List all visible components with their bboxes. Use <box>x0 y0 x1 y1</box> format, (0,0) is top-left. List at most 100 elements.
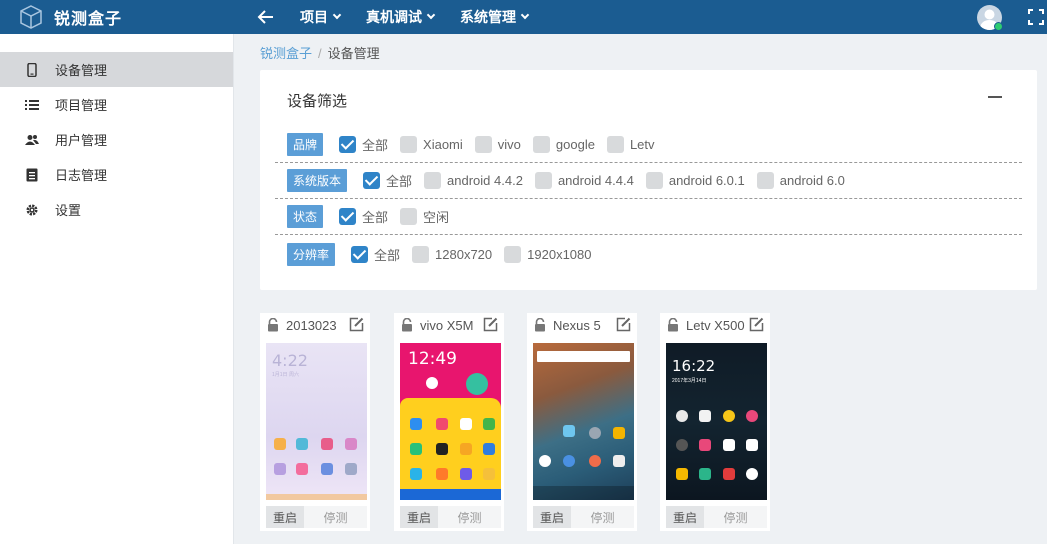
reboot-button[interactable]: 重启 <box>266 506 304 528</box>
edit-icon[interactable] <box>483 317 498 332</box>
collapse-minus-icon[interactable] <box>988 96 1002 98</box>
device-screen[interactable] <box>533 343 634 500</box>
unlock-icon[interactable] <box>266 318 280 332</box>
filter-option[interactable]: Letv <box>606 136 659 153</box>
device-card[interactable]: 2013023 4:22 1月1日 周六 重启 停测 <box>260 313 370 531</box>
menu-device-debug[interactable]: 真机调试 <box>366 7 436 27</box>
checkbox[interactable] <box>504 245 522 263</box>
filter-option[interactable]: google <box>532 136 599 153</box>
filter-option[interactable]: 全部 <box>339 207 392 226</box>
reboot-button[interactable]: 重启 <box>666 506 704 528</box>
device-screen[interactable]: 16:22 2017年3月14日 <box>666 343 767 500</box>
stop-test-button[interactable]: 停测 <box>571 506 634 528</box>
device-card[interactable]: Nexus 5 重启 停测 <box>527 313 637 531</box>
app-icon <box>699 439 711 451</box>
checkbox[interactable] <box>532 136 550 153</box>
checkbox[interactable] <box>412 245 430 263</box>
option-label: android 4.4.4 <box>557 173 634 188</box>
breadcrumb-home-link[interactable]: 锐测盒子 <box>260 46 312 61</box>
checkbox[interactable] <box>351 245 369 263</box>
menu-system[interactable]: 系统管理 <box>460 7 530 27</box>
stop-test-button[interactable]: 停测 <box>704 506 767 528</box>
filter-option[interactable]: 全部 <box>351 245 404 264</box>
device-card[interactable]: vivo X5M 12:49 重启 停测 <box>394 313 504 531</box>
weather-widget <box>466 373 488 395</box>
device-screen[interactable]: 12:49 <box>400 343 501 500</box>
filter-option[interactable]: android 4.4.2 <box>424 172 527 189</box>
checkbox[interactable] <box>339 208 357 225</box>
filter-tag: 品牌 <box>287 133 324 156</box>
cube-logo-icon <box>20 5 42 29</box>
filter-row-brand: 品牌 全部 Xiaomi vivo google Letv <box>275 127 1022 163</box>
app-icon <box>723 468 735 480</box>
checkbox[interactable] <box>363 172 381 189</box>
menu-system-label: 系统管理 <box>460 9 516 25</box>
reboot-button[interactable]: 重启 <box>400 506 438 528</box>
filter-option[interactable]: 1280x720 <box>412 245 496 263</box>
sidebar-item-label: 项目管理 <box>55 98 108 113</box>
app-icon <box>321 438 333 450</box>
sidebar-item-projects[interactable]: 项目管理 <box>0 87 233 122</box>
card-actions: 重启 停测 <box>400 506 501 528</box>
menu-project[interactable]: 项目 <box>300 7 342 27</box>
option-label: 全部 <box>362 138 389 153</box>
chevron-down-icon <box>426 10 436 20</box>
screen-date: 1月1日 周六 <box>272 372 299 378</box>
option-label: google <box>555 137 595 152</box>
filter-option[interactable]: 1920x1080 <box>504 245 595 263</box>
sidebar-item-users[interactable]: 用户管理 <box>0 122 233 157</box>
filter-row-resolution: 分辨率 全部 1280x720 1920x1080 <box>275 236 1022 272</box>
unlock-icon[interactable] <box>666 318 680 332</box>
app-icon <box>676 468 688 480</box>
phone-icon <box>25 62 39 77</box>
stop-test-button[interactable]: 停测 <box>304 506 367 528</box>
fullscreen-icon[interactable] <box>1028 9 1044 25</box>
filter-option[interactable]: vivo <box>474 136 525 153</box>
brand[interactable]: 锐测盒子 <box>18 0 122 34</box>
unlock-icon[interactable] <box>400 318 414 332</box>
list-icon <box>25 98 39 112</box>
filter-option[interactable]: 全部 <box>363 171 416 190</box>
device-card[interactable]: Letv X500 16:22 2017年3月14日 重启 停测 <box>660 313 770 531</box>
unlock-icon[interactable] <box>533 318 547 332</box>
app-icon <box>436 418 448 430</box>
device-screen[interactable]: 4:22 1月1日 周六 <box>266 343 367 500</box>
option-label: 1280x720 <box>435 246 493 262</box>
checkbox[interactable] <box>400 208 418 225</box>
checkbox[interactable] <box>645 172 663 189</box>
stop-test-button[interactable]: 停测 <box>438 506 501 528</box>
sidebar-item-logs[interactable]: 日志管理 <box>0 157 233 192</box>
filter-option[interactable]: android 4.4.4 <box>534 172 638 189</box>
app-icon <box>296 438 308 450</box>
app-icon <box>613 455 625 467</box>
online-status-dot <box>994 22 1003 31</box>
edit-icon[interactable] <box>349 317 364 332</box>
checkbox[interactable] <box>534 172 552 189</box>
sidebar-item-label: 设置 <box>55 203 82 218</box>
dock <box>400 489 501 500</box>
option-label: Xiaomi <box>423 137 463 152</box>
filter-option[interactable]: 空闲 <box>400 207 453 226</box>
filter-option[interactable]: 全部 <box>339 135 392 154</box>
checkbox[interactable] <box>339 136 357 153</box>
menu-device-debug-label: 真机调试 <box>366 9 422 25</box>
back-arrow-icon[interactable] <box>256 7 276 27</box>
app-icon <box>436 468 448 480</box>
device-filter-panel: 设备筛选 品牌 全部 Xiaomi vivo google Letv 系统版本 … <box>260 70 1037 290</box>
reboot-button[interactable]: 重启 <box>533 506 571 528</box>
filter-option[interactable]: Xiaomi <box>400 136 467 153</box>
edit-icon[interactable] <box>749 317 764 332</box>
edit-icon[interactable] <box>616 317 631 332</box>
checkbox[interactable] <box>400 136 418 153</box>
sidebar-item-devices[interactable]: 设备管理 <box>0 52 233 87</box>
filter-option[interactable]: android 6.0 <box>756 172 849 189</box>
filter-row-os-version: 系统版本 全部 android 4.4.2 android 4.4.4 andr… <box>275 163 1022 199</box>
chevron-down-icon <box>332 10 342 20</box>
filter-option[interactable]: android 6.0.1 <box>645 172 749 189</box>
checkbox[interactable] <box>474 136 492 153</box>
checkbox[interactable] <box>756 172 774 189</box>
app-icon <box>321 463 333 475</box>
checkbox[interactable] <box>424 172 442 189</box>
sidebar-item-settings[interactable]: 设置 <box>0 192 233 227</box>
checkbox[interactable] <box>606 136 624 153</box>
